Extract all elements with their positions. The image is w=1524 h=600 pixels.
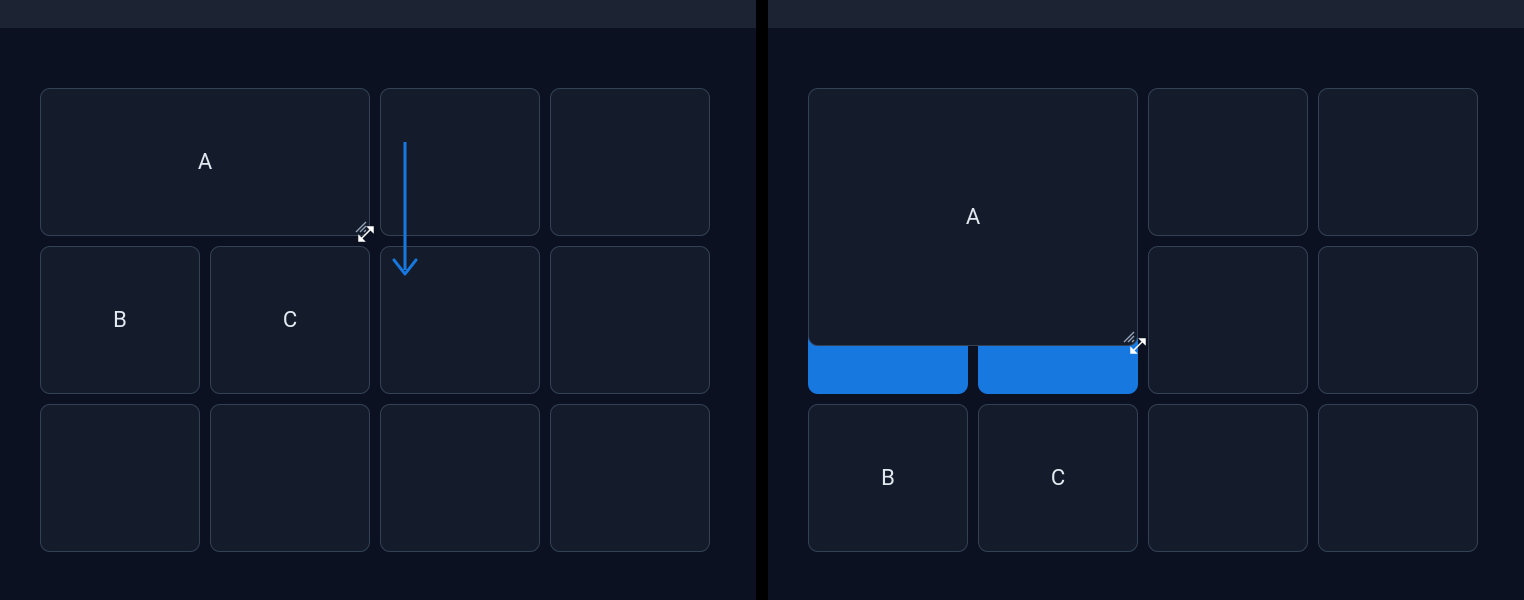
grid-cell[interactable] [550, 246, 710, 394]
grid-cell[interactable] [550, 404, 710, 552]
grid-cell-c[interactable]: C [978, 404, 1138, 552]
grid-cell[interactable] [380, 404, 540, 552]
dashboard-grid[interactable]: B C A [0, 28, 756, 600]
grid-cell[interactable] [40, 404, 200, 552]
panel-a[interactable]: A [808, 88, 1138, 346]
grid-cell[interactable] [1318, 88, 1478, 236]
resize-cursor-icon [356, 224, 376, 244]
grid-cell[interactable] [1148, 246, 1308, 394]
grid-cell[interactable] [210, 404, 370, 552]
grid-cell[interactable] [1318, 246, 1478, 394]
panel-a[interactable]: A [40, 88, 370, 236]
panel-label: B [113, 308, 127, 333]
panel-label: A [198, 150, 212, 175]
grid-cell-b[interactable]: B [808, 404, 968, 552]
panel-label: C [1051, 466, 1065, 491]
pane-after: B C A [768, 0, 1524, 600]
resize-cursor-icon [1128, 336, 1148, 356]
grid-cell[interactable] [1148, 404, 1308, 552]
window-titlebar [0, 0, 756, 28]
panel-label: A [966, 205, 980, 230]
arrow-down-icon [390, 142, 420, 282]
grid-cell-c[interactable]: C [210, 246, 370, 394]
grid-cell-b[interactable]: B [40, 246, 200, 394]
panel-label: B [881, 466, 895, 491]
grid-cell[interactable] [1318, 404, 1478, 552]
window-titlebar [768, 0, 1524, 28]
dashboard-grid[interactable]: B C A [768, 28, 1524, 600]
grid-cell[interactable] [1148, 88, 1308, 236]
pane-before: B C A [0, 0, 756, 600]
grid-cell[interactable] [550, 88, 710, 236]
panel-label: C [283, 308, 297, 333]
